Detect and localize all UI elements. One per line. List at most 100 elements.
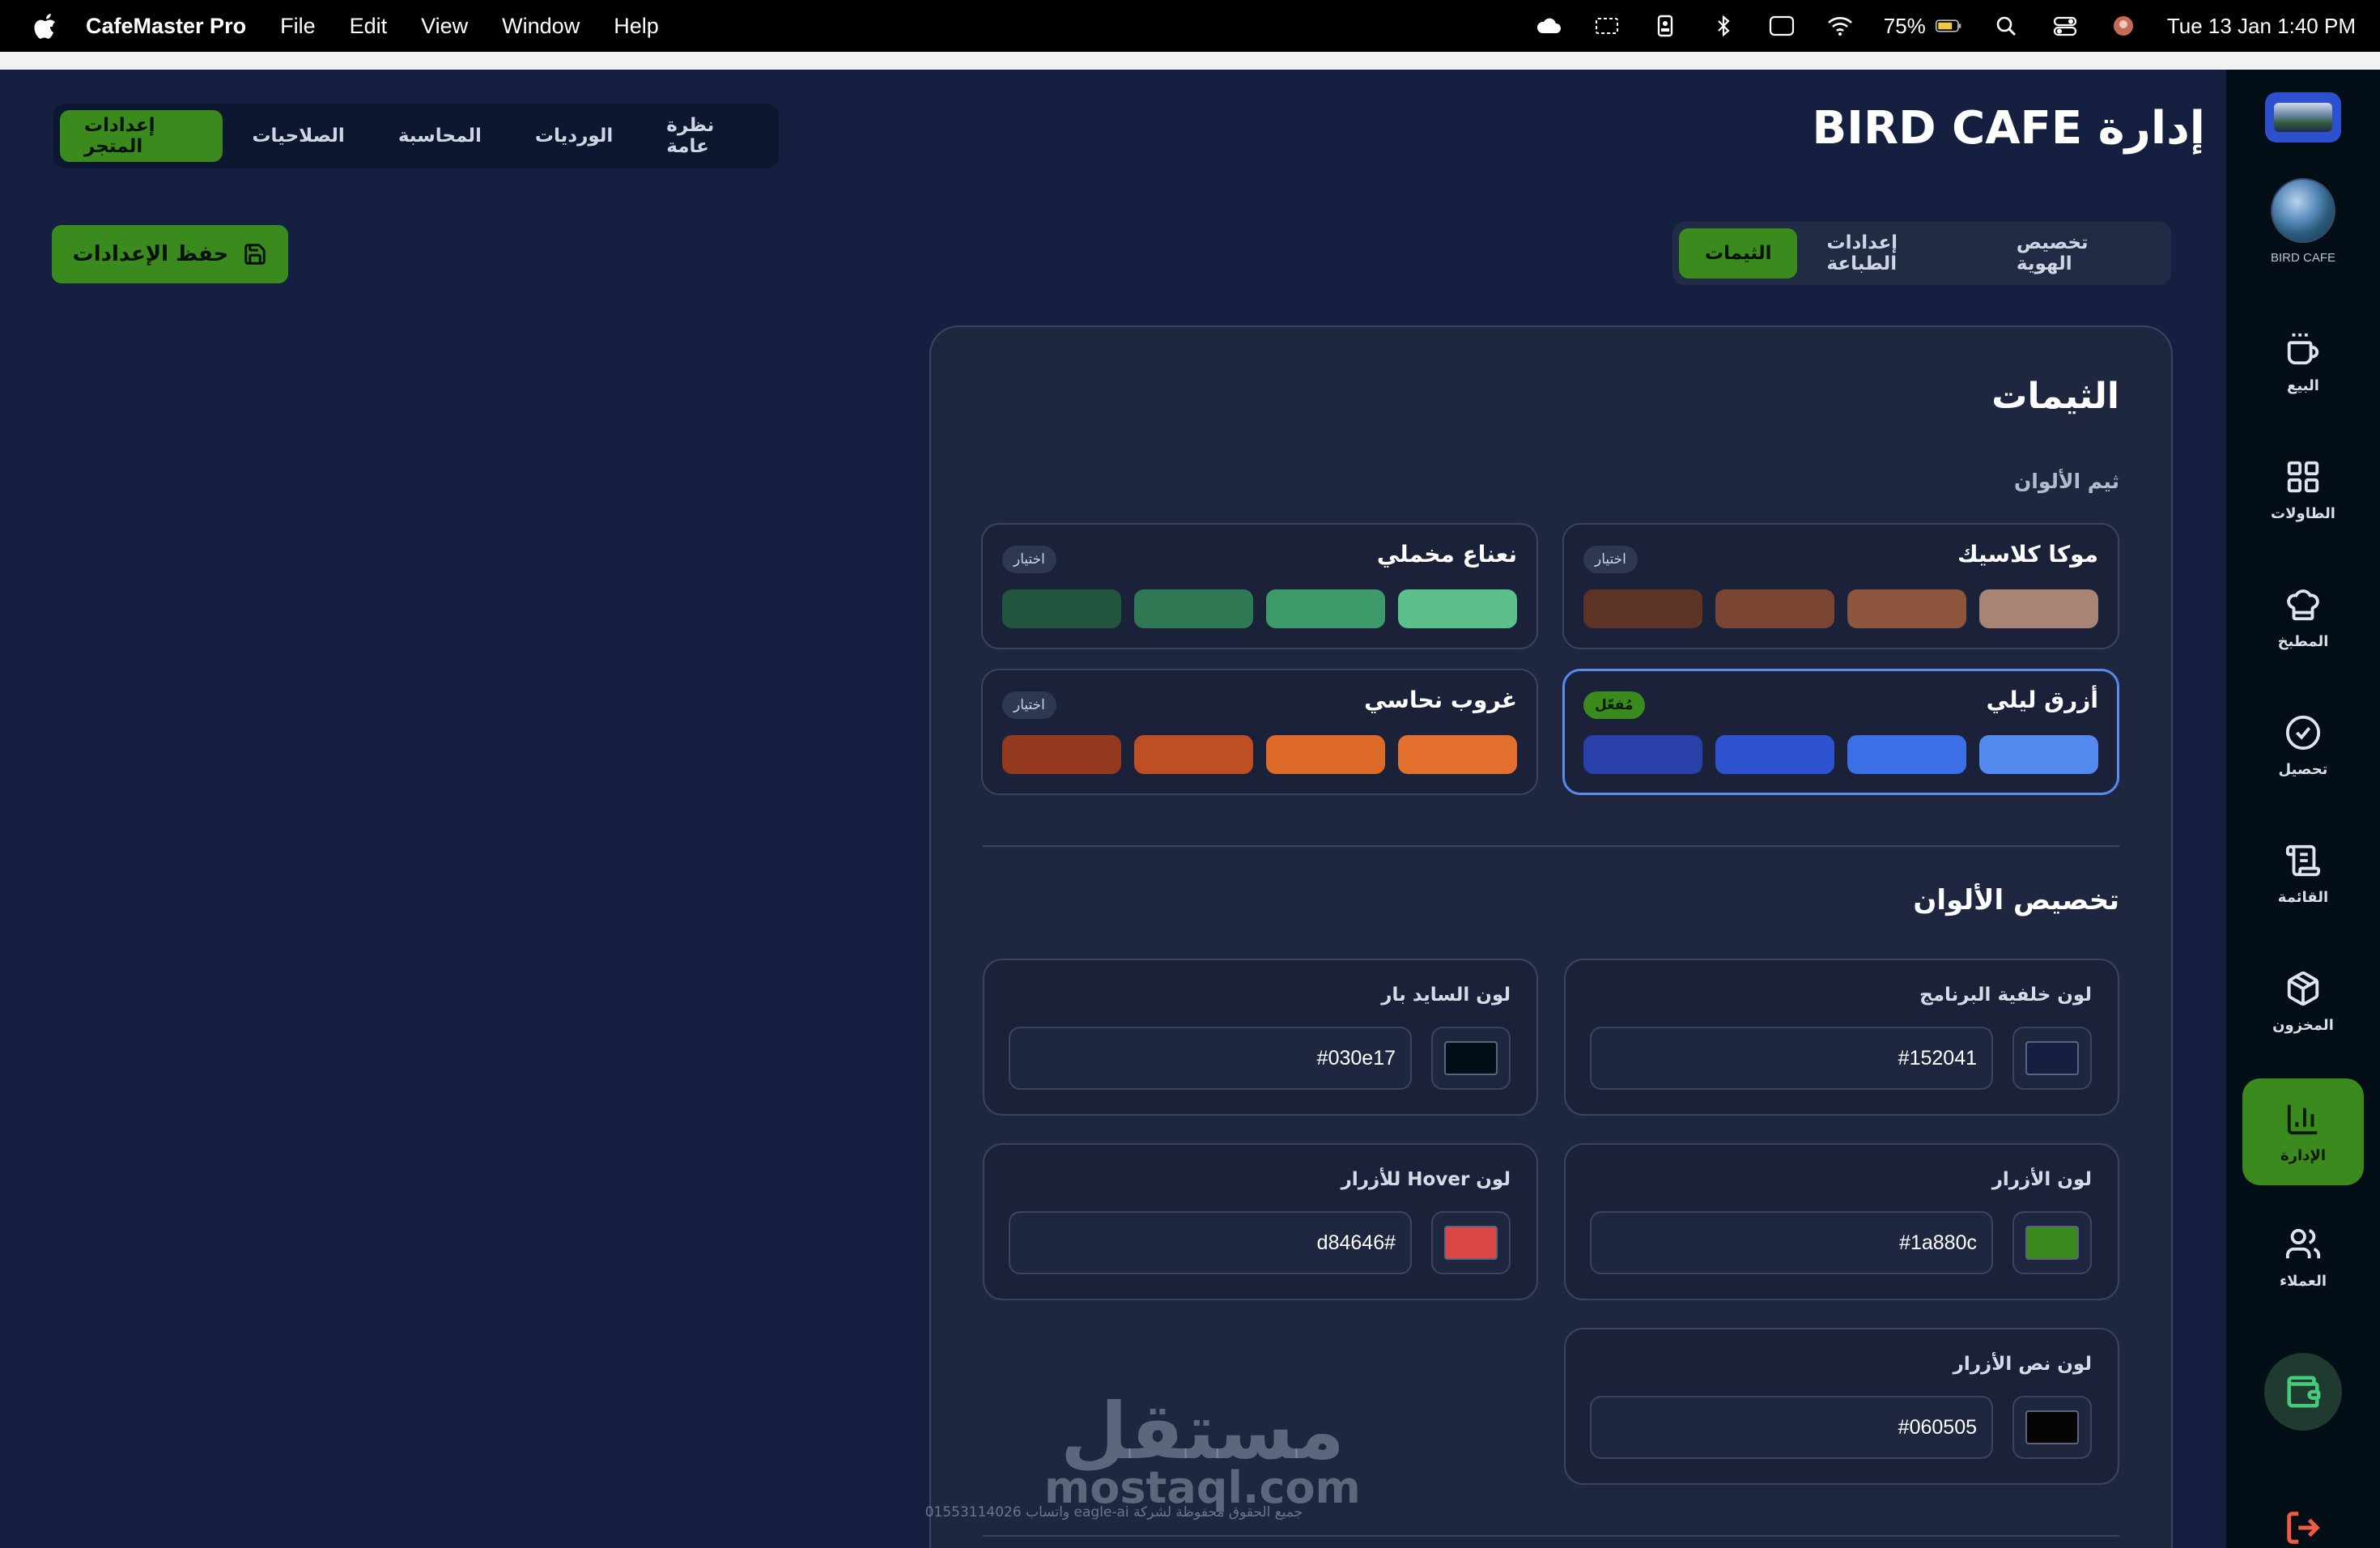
theme-color-swatch — [1002, 589, 1121, 628]
sidebar-item-label: البيع — [2287, 376, 2319, 394]
sidebar-item-label: تحصيل — [2278, 760, 2328, 778]
theme-select-badge[interactable]: اختيار — [1583, 546, 1638, 573]
bluetooth-icon[interactable] — [1709, 14, 1738, 38]
color-picker[interactable] — [1431, 1211, 1511, 1274]
themes-panel: الثيمات ثيم الألوان موكا كلاسيك اختيار ن… — [929, 325, 2173, 1548]
sidebar-item-kitchen[interactable]: المطبخ — [2242, 565, 2364, 670]
color-picker[interactable] — [2012, 1396, 2092, 1459]
theme-color-swatch — [1002, 735, 1121, 774]
sidebar-item-menu[interactable]: القائمة — [2242, 821, 2364, 926]
sidebar-brand: BIRD CAFE — [2270, 251, 2335, 265]
menu-edit[interactable]: Edit — [350, 14, 388, 39]
color-swatch — [1444, 1041, 1498, 1075]
color-field-label: لون السايد بار — [1381, 985, 1511, 1006]
theme-color-swatch — [1715, 589, 1834, 628]
tab-permissions[interactable]: الصلاحيات — [227, 110, 368, 162]
watermark-note: جميع الحقوق محفوظة لشركة eagle-ai واتساب… — [924, 1504, 1303, 1520]
theme-card-copper-sunset[interactable]: غروب نحاسي اختيار — [981, 669, 1538, 795]
tab-shifts[interactable]: الورديات — [511, 110, 637, 162]
theme-color-swatch — [1715, 735, 1834, 774]
sidebar-item-customers[interactable]: العملاء — [2242, 1205, 2364, 1310]
scroll-icon — [2285, 844, 2321, 876]
tab-store-settings[interactable]: إعدادات المتجر — [60, 110, 223, 162]
menubar-datetime[interactable]: Tue 13 Jan 1:40 PM — [2167, 14, 2356, 39]
theme-active-badge: مُفعّل — [1583, 691, 1645, 719]
theme-color-swatch — [1979, 735, 2098, 774]
menu-window[interactable]: Window — [502, 14, 580, 39]
color-field-label: لون خلفية البرنامج — [1919, 985, 2092, 1006]
section-divider — [983, 845, 2119, 847]
color-hex-input[interactable]: d84646# — [1009, 1211, 1412, 1274]
sidebar-item-label: العملاء — [2279, 1272, 2327, 1290]
tab-branding[interactable]: تخصيص الهوية — [1991, 228, 2165, 279]
color-swatch — [2025, 1226, 2079, 1260]
save-settings-button[interactable]: حفظ الإعدادات — [52, 225, 288, 283]
theme-color-swatch — [1583, 589, 1702, 628]
app-name[interactable]: CafeMaster Pro — [86, 14, 246, 39]
logout-button[interactable] — [2283, 1508, 2323, 1548]
theme-select-badge[interactable]: اختيار — [1002, 546, 1056, 573]
color-picker[interactable] — [1431, 1027, 1511, 1090]
sidebar-item-tables[interactable]: الطاولات — [2242, 437, 2364, 542]
sidebar-item-sales[interactable]: البيع — [2242, 309, 2364, 415]
theme-card-night-blue[interactable]: أزرق ليلي مُفعّل — [1562, 669, 2119, 795]
store-logo-image — [2274, 103, 2332, 132]
theme-color-swatch — [1134, 735, 1253, 774]
theme-color-swatch — [1134, 589, 1253, 628]
tab-themes[interactable]: الثيمات — [1679, 228, 1798, 279]
theme-color-swatch — [1847, 735, 1966, 774]
screen-record-icon[interactable] — [1592, 14, 1621, 38]
theme-color-swatch — [1266, 589, 1385, 628]
watermark-arabic: مستقل — [1060, 1386, 1345, 1477]
cloud-icon[interactable] — [1534, 14, 1563, 38]
tab-overview[interactable]: نظرة عامة — [642, 110, 772, 162]
color-hex-input[interactable]: #1a880c — [1590, 1211, 1993, 1274]
panel-title: الثيمات — [1991, 376, 2119, 417]
theme-card-mocha[interactable]: موكا كلاسيك اختيار — [1562, 523, 2119, 649]
sidebar: BIRD CAFE البيع الطاولات المطبخ تحصيل ال… — [2226, 70, 2380, 1548]
keyboard-layout-icon[interactable] — [1767, 14, 1796, 38]
color-field-app-background: لون خلفية البرنامج #152041 — [1564, 959, 2119, 1116]
theme-name: أزرق ليلي — [1986, 687, 2098, 713]
chef-hat-icon — [2287, 589, 2319, 620]
color-picker[interactable] — [2012, 1211, 2092, 1274]
menu-view[interactable]: View — [421, 14, 468, 39]
color-swatch — [1444, 1226, 1498, 1260]
sidebar-item-inventory[interactable]: المخزون — [2242, 949, 2364, 1054]
sidebar-item-label: القائمة — [2277, 888, 2329, 906]
control-center-icon[interactable] — [2051, 14, 2080, 38]
theme-color-swatch — [1583, 735, 1702, 774]
color-hex-input[interactable]: #030e17 — [1009, 1027, 1412, 1090]
tab-accounting[interactable]: المحاسبة — [374, 110, 506, 162]
user-avatar-icon[interactable] — [2109, 14, 2138, 38]
color-hex-input[interactable]: #152041 — [1590, 1027, 1993, 1090]
theme-color-swatch — [1398, 589, 1517, 628]
wifi-icon[interactable] — [1825, 14, 1855, 38]
contact-card-icon[interactable] — [1651, 14, 1680, 38]
theme-card-mint[interactable]: نعناع مخملي اختيار — [981, 523, 1538, 649]
theme-select-badge[interactable]: اختيار — [1002, 691, 1056, 719]
tab-printing[interactable]: إعدادات الطباعة — [1800, 228, 1987, 279]
cafe-avatar[interactable] — [2271, 178, 2335, 243]
save-icon — [244, 244, 266, 265]
theme-color-swatch — [1398, 735, 1517, 774]
search-icon[interactable] — [1992, 14, 2021, 38]
theme-name: نعناع مخملي — [1376, 541, 1517, 568]
sidebar-item-collection[interactable]: تحصيل — [2242, 693, 2364, 798]
color-picker[interactable] — [2012, 1027, 2092, 1090]
save-button-label: حفظ الإعدادات — [72, 242, 229, 266]
check-circle-icon — [2285, 715, 2321, 750]
apple-logo-icon[interactable] — [29, 12, 62, 40]
box-icon — [2287, 971, 2319, 1006]
store-logo[interactable] — [2265, 92, 2341, 142]
battery-icon[interactable] — [1934, 14, 1963, 38]
color-field-buttons: لون الأزرار #1a880c — [1564, 1143, 2119, 1300]
menu-help[interactable]: Help — [614, 14, 659, 39]
top-tab-bar: نظرة عامة الورديات المحاسبة الصلاحيات إع… — [53, 104, 779, 168]
logout-icon — [2287, 1512, 2320, 1544]
sidebar-item-admin[interactable]: الإدارة — [2242, 1078, 2364, 1185]
color-hex-input[interactable]: #060505 — [1590, 1396, 1993, 1459]
wallet-button[interactable] — [2264, 1353, 2342, 1431]
color-field-label: لون نص الأزرار — [1953, 1354, 2092, 1375]
menu-file[interactable]: File — [280, 14, 316, 39]
